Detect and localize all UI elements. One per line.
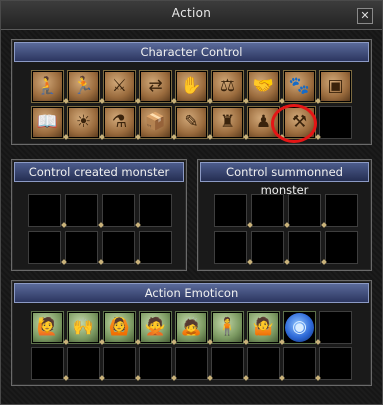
character-control-panel: Character Control 🧎 🏃 ⚔ ⇄ ✋ ⚖ 🤝 🐾 ▣ 📖 ☀ ⚗ 📦 ✎ ♜ ♟ ⚒	[11, 39, 372, 145]
victory-emote-slot[interactable]: 🙌	[67, 311, 100, 344]
walk-run-slot[interactable]: 🏃	[67, 70, 100, 103]
window-title: Action	[171, 6, 212, 20]
pickup-icon: ✋	[177, 72, 206, 101]
summoned-monster-panel: Control summonned monster	[197, 159, 372, 271]
empty-slot[interactable]	[102, 194, 135, 227]
empty-slot[interactable]	[211, 347, 244, 380]
social-orb-icon: ◉	[285, 313, 314, 342]
exchange-icon: ⇄	[141, 72, 170, 101]
empty-slot[interactable]	[139, 347, 172, 380]
character-control-header: Character Control	[14, 42, 369, 62]
empty-slot[interactable]	[319, 311, 352, 344]
empty-slot[interactable]	[283, 347, 316, 380]
advance-emote-icon: 🙆	[105, 313, 134, 342]
package-slot[interactable]: 📦	[139, 106, 172, 139]
attack-slot[interactable]: ⚔	[103, 70, 136, 103]
action-emoticon-panel: Action Emoticon 🙋 🙌 🙆 🙅 🙇 🧍 🤷 ◉	[11, 280, 372, 386]
empty-slot[interactable]	[288, 194, 321, 227]
private-store-icon: ⚖	[213, 72, 242, 101]
empty-slot[interactable]	[28, 231, 61, 264]
bow-emote-slot[interactable]: 🧍	[211, 311, 244, 344]
empty-slot[interactable]	[288, 231, 321, 264]
action-window: Action ✕ Character Control 🧎 🏃 ⚔ ⇄ ✋ ⚖ 🤝 🐾 ▣ 📖 ☀ ⚗ 📦…	[0, 0, 383, 405]
treasure-chest-slot[interactable]: ▣	[319, 70, 352, 103]
sun-icon: ☀	[69, 108, 98, 137]
private-store-slot[interactable]: ⚖	[211, 70, 244, 103]
empty-slot[interactable]	[175, 347, 208, 380]
title-bar[interactable]: Action ✕	[1, 1, 382, 30]
quill-icon: ✎	[177, 108, 206, 137]
empty-slot[interactable]	[214, 231, 247, 264]
attack-icon: ⚔	[105, 72, 134, 101]
sun-slot[interactable]: ☀	[67, 106, 100, 139]
empty-slot[interactable]	[31, 347, 64, 380]
yes-emote-icon: 🙇	[177, 313, 206, 342]
quill-slot[interactable]: ✎	[175, 106, 208, 139]
close-button[interactable]: ✕	[357, 8, 373, 24]
handshake-slot[interactable]: 🤝	[247, 70, 280, 103]
social-orb-slot[interactable]: ◉	[283, 311, 316, 344]
highlight-circle	[271, 104, 317, 143]
package-icon: 📦	[141, 108, 170, 137]
craft-icon: ⚗	[105, 108, 134, 137]
empty-slot[interactable]	[28, 194, 61, 227]
yes-emote-slot[interactable]: 🙇	[175, 311, 208, 344]
victory-emote-icon: 🙌	[69, 313, 98, 342]
empty-slot[interactable]	[325, 194, 358, 227]
recipe-book-icon: 📖	[33, 108, 62, 137]
advance-emote-slot[interactable]: 🙆	[103, 311, 136, 344]
created-monster-header: Control created monster	[14, 162, 184, 182]
statue-icon: ♜	[213, 108, 242, 137]
empty-slot[interactable]	[247, 347, 280, 380]
bow-emote-icon: 🧍	[213, 313, 242, 342]
empty-slot[interactable]	[319, 106, 352, 139]
statue-slot[interactable]: ♜	[211, 106, 244, 139]
pickup-slot[interactable]: ✋	[175, 70, 208, 103]
created-monster-panel: Control created monster	[11, 159, 187, 271]
empty-slot[interactable]	[325, 231, 358, 264]
pet-slot[interactable]: 🐾	[283, 70, 316, 103]
empty-slot[interactable]	[65, 194, 98, 227]
walk-run-icon: 🏃	[69, 72, 98, 101]
sit-stand-icon: 🧎	[33, 72, 62, 101]
sit-stand-slot[interactable]: 🧎	[31, 70, 64, 103]
craft-slot[interactable]: ⚗	[103, 106, 136, 139]
unaware-emote-icon: 🤷	[249, 313, 278, 342]
no-emote-icon: 🙅	[141, 313, 170, 342]
empty-slot[interactable]	[65, 231, 98, 264]
no-emote-slot[interactable]: 🙅	[139, 311, 172, 344]
exchange-slot[interactable]: ⇄	[139, 70, 172, 103]
treasure-chest-icon: ▣	[321, 72, 350, 101]
unaware-emote-slot[interactable]: 🤷	[247, 311, 280, 344]
empty-slot[interactable]	[251, 194, 284, 227]
pet-icon: 🐾	[285, 72, 314, 101]
greeting-emote-icon: 🙋	[33, 313, 62, 342]
empty-slot[interactable]	[67, 347, 100, 380]
summoned-monster-header: Control summonned monster	[200, 162, 369, 197]
empty-slot[interactable]	[319, 347, 352, 380]
empty-slot[interactable]	[139, 231, 172, 264]
empty-slot[interactable]	[102, 231, 135, 264]
empty-slot[interactable]	[251, 231, 284, 264]
empty-slot[interactable]	[214, 194, 247, 227]
action-emoticon-header: Action Emoticon	[14, 283, 369, 303]
greeting-emote-slot[interactable]: 🙋	[31, 311, 64, 344]
handshake-icon: 🤝	[249, 72, 278, 101]
empty-slot[interactable]	[139, 194, 172, 227]
empty-slot[interactable]	[103, 347, 136, 380]
recipe-book-slot[interactable]: 📖	[31, 106, 64, 139]
